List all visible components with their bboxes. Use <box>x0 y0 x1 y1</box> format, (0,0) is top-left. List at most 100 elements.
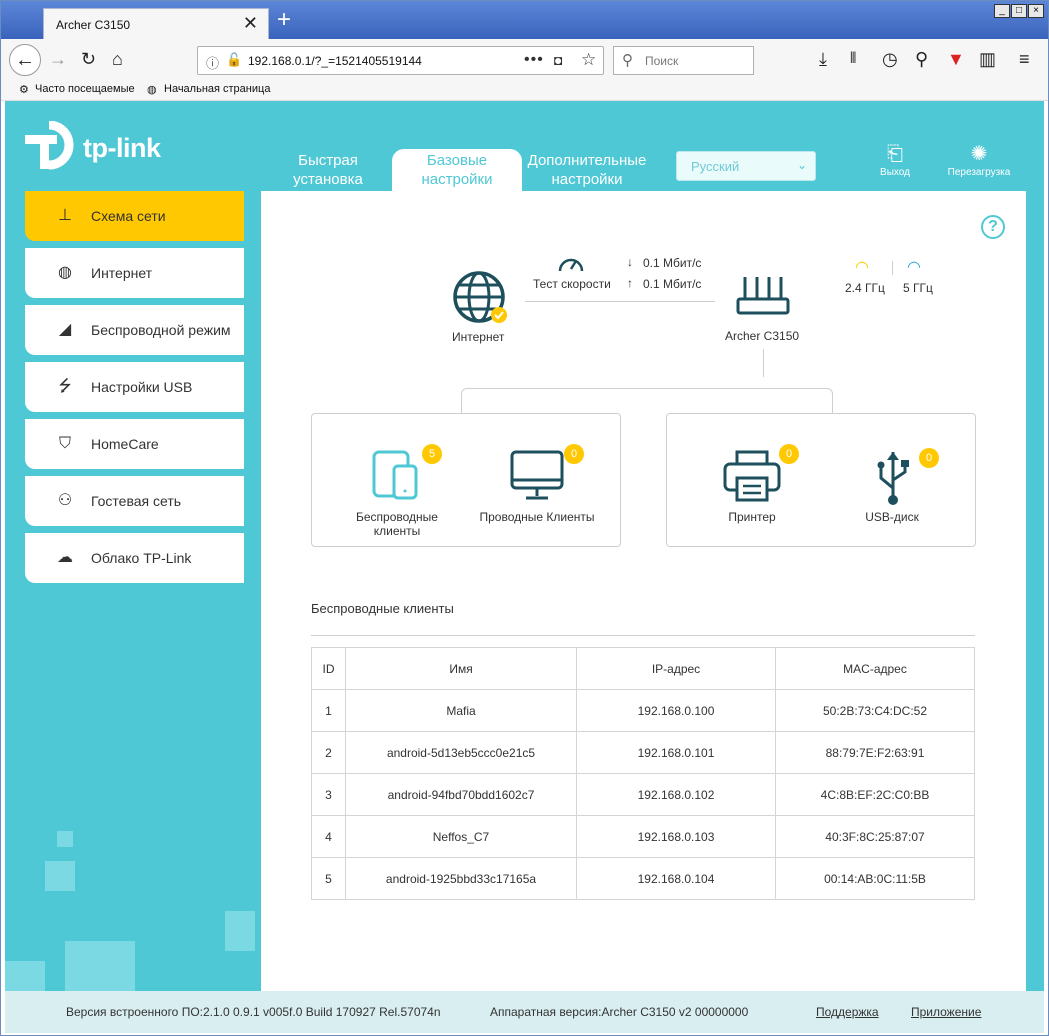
usb-icon: ⭍ <box>58 378 72 395</box>
clients-table: ID Имя IP-адрес MAC-адрес 1 Mafia 192.16… <box>311 647 975 900</box>
gear-icon: ⚙ <box>19 84 29 96</box>
language-select[interactable]: Русский ⌄ <box>676 151 816 181</box>
wifi-5-icon[interactable]: ◠ <box>907 257 921 277</box>
reload-icon[interactable]: ↻ <box>81 49 96 69</box>
reboot-icon: ✺ <box>970 143 988 165</box>
window-controls: _ □ × <box>994 4 1044 18</box>
guests-icon: ⚇ <box>57 492 73 509</box>
wired-clients-icon[interactable] <box>510 450 566 502</box>
sidebar-item-cloud[interactable]: ☁ Облако TP-Link <box>25 533 244 583</box>
minimize-icon[interactable]: _ <box>994 4 1010 18</box>
language-value: Русский <box>691 159 740 174</box>
maximize-icon[interactable]: □ <box>1011 4 1027 18</box>
pocket-icon[interactable]: ◘ <box>554 52 562 68</box>
sidebar-icon[interactable]: ▥ <box>979 49 996 69</box>
wireless-clients-label[interactable]: Беспроводные клиенты <box>342 510 452 538</box>
page-actions-icon[interactable]: ••• <box>524 51 544 69</box>
url-text[interactable]: 192.168.0.1/?_=1521405519144 <box>248 54 422 68</box>
shield-addon-icon[interactable]: ▼ <box>947 49 965 69</box>
insecure-lock-icon[interactable]: 🔓 <box>226 52 242 68</box>
table-header-row: ID Имя IP-адрес MAC-адрес <box>311 647 975 690</box>
upload-speed: 0.1 Мбит/с <box>643 277 702 291</box>
upload-arrow-icon: ↑ <box>627 276 633 290</box>
bookmark-start-page[interactable]: Начальная страница <box>164 83 270 95</box>
zoom-icon[interactable]: ⚲ <box>915 49 928 69</box>
download-icon[interactable]: ⤓ <box>819 49 827 69</box>
cell-ip: 192.168.0.103 <box>576 815 776 858</box>
sidebar-item-usb[interactable]: ⭍ Настройки USB <box>25 362 244 412</box>
wired-clients-label[interactable]: Проводные Клиенты <box>472 510 602 524</box>
bookmark-star-icon[interactable]: ☆ <box>581 50 596 70</box>
band-24-label: 2.4 ГГц <box>845 281 885 295</box>
speed-test-label[interactable]: Тест скорости <box>533 277 611 291</box>
cell-ip: 192.168.0.100 <box>576 689 776 732</box>
sidebar-item-wireless[interactable]: ◢ Беспроводной режим <box>25 305 244 355</box>
logo-text: tp-link <box>83 133 161 163</box>
back-button-icon[interactable]: ← <box>9 44 41 76</box>
printer-icon[interactable] <box>723 450 781 504</box>
cell-id: 5 <box>311 857 346 900</box>
tab-title: Archer C3150 <box>56 18 131 32</box>
sidebar-item-label: Схема сети <box>91 208 166 224</box>
home-icon[interactable]: ⌂ <box>112 49 123 69</box>
hardware-version: Аппаратная версия:Archer C3150 v2 000000… <box>490 1005 749 1019</box>
search-bar[interactable]: ⚲ Поиск <box>613 46 754 75</box>
browser-tab[interactable]: Archer C3150 ✕ <box>43 8 269 39</box>
tab-quick-setup[interactable]: Быстрая установка <box>263 151 393 191</box>
network-map-icon: ⊥ <box>58 207 72 224</box>
logout-button[interactable]: ⎗ Выход <box>873 141 917 178</box>
sidebar-item-internet[interactable]: ◍ Интернет <box>25 248 244 298</box>
cell-name: Mafia <box>345 689 577 732</box>
main-content: ? Интернет Тест скорости ↓ 0.1 Мбит/с ↑ <box>261 191 1026 991</box>
decor-square <box>225 911 255 951</box>
tab-quick-setup-label: Быстрая установка <box>293 152 363 188</box>
logout-icon: ⎗ <box>887 143 903 165</box>
usb-devices-card: 0 Принтер 0 USB-диск <box>666 413 976 547</box>
reboot-button[interactable]: ✺ Перезагрузка <box>943 141 1015 178</box>
cell-ip: 192.168.0.101 <box>576 731 776 774</box>
app-link[interactable]: Приложение <box>911 1005 981 1019</box>
new-tab-icon[interactable]: + <box>277 6 291 34</box>
navigation-bar: ← → ↻ ⌂ ⓘ 🔓 192.168.0.1/?_=1521405519144… <box>1 39 1048 81</box>
sidebar-item-homecare[interactable]: ⛉ HomeCare <box>25 419 244 469</box>
usb-disk-label[interactable]: USB-диск <box>847 510 937 524</box>
sidebar-item-label: Настройки USB <box>91 379 193 395</box>
tab-advanced[interactable]: Дополнительные настройки <box>522 151 652 191</box>
forward-icon[interactable]: → <box>49 49 67 69</box>
wifi-24-icon[interactable]: ◠ <box>855 257 869 277</box>
tab-basic-label: Базовые настройки <box>421 152 493 188</box>
url-bar[interactable]: ⓘ 🔓 192.168.0.1/?_=1521405519144 ••• ◘ ☆ <box>197 46 604 75</box>
globe-small-icon: ◍ <box>147 84 157 96</box>
header-mac: MAC-адрес <box>775 647 975 690</box>
wireless-count-badge: 5 <box>422 444 442 464</box>
tp-link-logo-icon <box>25 120 74 170</box>
menu-icon[interactable]: ≡ <box>1019 49 1030 69</box>
cell-mac: 4C:8B:EF:2C:C0:BB <box>775 773 975 816</box>
router-label: Archer C3150 <box>725 329 800 343</box>
table-title-divider <box>311 635 975 636</box>
sidebar-item-guest[interactable]: ⚇ Гостевая сеть <box>25 476 244 526</box>
wireless-clients-icon[interactable] <box>372 450 422 502</box>
cell-mac: 00:14:AB:0C:11:5B <box>775 857 975 900</box>
bookmark-most-visited[interactable]: Часто посещаемые <box>35 83 135 95</box>
info-icon[interactable]: ⓘ <box>206 53 219 72</box>
close-window-icon[interactable]: × <box>1028 4 1044 18</box>
library-icon[interactable]: ⫴ <box>850 49 856 69</box>
history-icon[interactable]: ◷ <box>882 49 898 69</box>
tp-link-logo[interactable]: tp-link <box>25 120 165 175</box>
usb-disk-icon[interactable] <box>875 450 911 506</box>
cloud-icon: ☁ <box>57 549 73 566</box>
sidebar-item-network-map[interactable]: ⊥ Схема сети <box>25 191 244 241</box>
wired-count-badge: 0 <box>564 444 584 464</box>
search-icon: ⚲ <box>622 52 633 69</box>
internet-globe-icon[interactable] <box>451 269 511 329</box>
bookmarks-bar: ⚙ Часто посещаемые ◍ Начальная страница <box>1 81 1048 101</box>
router-icon[interactable] <box>735 273 791 321</box>
speed-gauge-icon[interactable] <box>557 251 585 275</box>
support-link[interactable]: Поддержка <box>816 1005 879 1019</box>
printer-label[interactable]: Принтер <box>707 510 797 524</box>
help-icon[interactable]: ? <box>981 215 1005 239</box>
close-tab-icon[interactable]: ✕ <box>243 13 258 34</box>
tab-basic[interactable]: Базовые настройки <box>392 149 522 191</box>
wifi-icon: ◢ <box>58 321 72 338</box>
